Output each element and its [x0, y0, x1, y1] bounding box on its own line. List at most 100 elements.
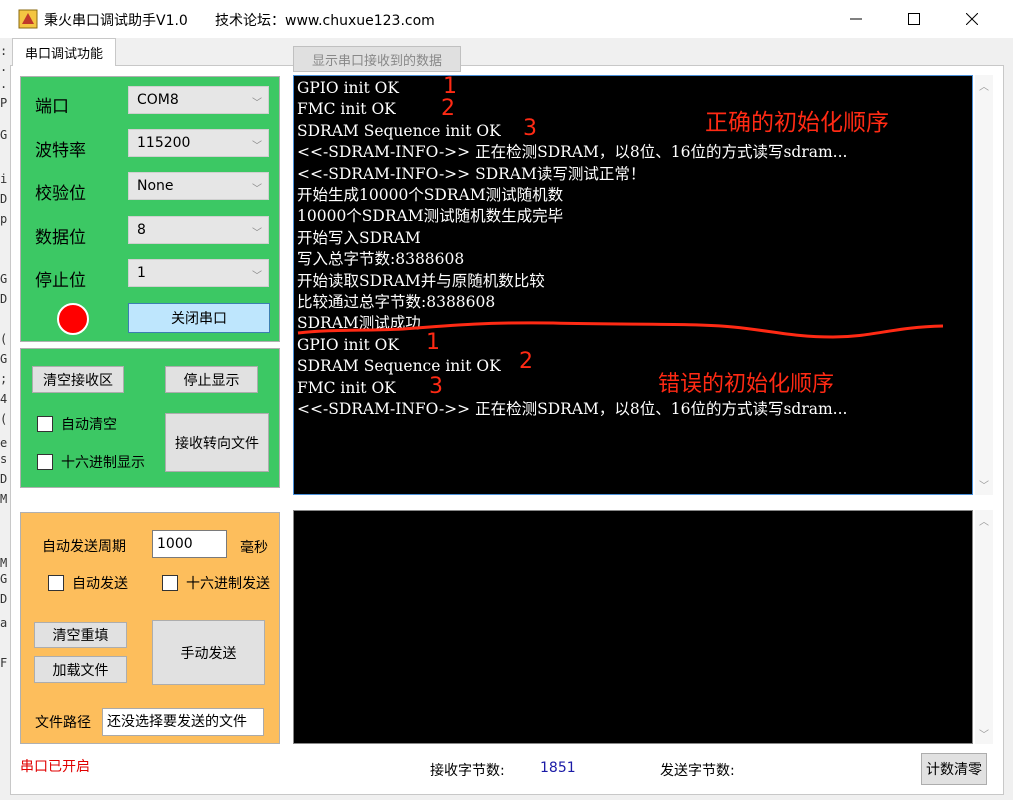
checkbox-icon: [162, 575, 178, 591]
forum-link-text: 技术论坛：www.chuxue123.com: [215, 13, 435, 29]
edge-fragment: e: [0, 436, 8, 450]
checkbox-icon: [48, 575, 64, 591]
chevron-down-icon: ﹀: [252, 184, 262, 195]
chevron-down-icon: ﹀: [252, 228, 262, 239]
ms-unit-label: 毫秒: [240, 540, 268, 556]
stopbits-label: 停止位: [35, 271, 86, 291]
port-status-text: 串口已开启: [20, 759, 90, 775]
annotation-correct-order: 正确的初始化顺序: [705, 110, 889, 136]
annotation-wrong-order: 错误的初始化顺序: [658, 372, 835, 397]
scroll-down-icon: ﹀: [979, 481, 989, 492]
hex-send-label: 十六进制发送: [186, 576, 270, 592]
reset-count-button[interactable]: 计数清零: [921, 753, 987, 785]
auto-send-checkbox[interactable]: 自动发送: [48, 573, 128, 593]
maximize-button[interactable]: [885, 0, 943, 38]
annotation-number: 1: [426, 330, 440, 355]
edge-fragment: M: [0, 556, 8, 570]
port-status-indicator: [57, 303, 89, 335]
baud-label: 波特率: [35, 141, 86, 161]
annotation-overlay: [297, 321, 944, 339]
edge-fragment: s: [0, 452, 8, 466]
edge-fragment: ;: [0, 372, 8, 386]
annotation-number: 3: [429, 374, 443, 399]
manual-send-button[interactable]: 手动发送: [152, 620, 265, 685]
annotation-number: 2: [519, 349, 533, 374]
window-title: 秉火串口调试助手V1.0: [44, 13, 188, 29]
tab-serial-debug[interactable]: 串口调试功能: [12, 38, 116, 66]
rx-count-label: 接收字节数:: [430, 763, 505, 779]
tx-count-label: 发送字节数:: [660, 763, 735, 779]
edge-fragment: 4: [0, 392, 8, 406]
edge-fragment: D: [0, 192, 8, 206]
edge-fragment: M: [0, 492, 8, 506]
edge-fragment: G: [0, 352, 8, 366]
edge-fragment: .: [0, 60, 8, 74]
show-received-data-button[interactable]: 显示串口接收到的数据: [293, 46, 461, 72]
hex-send-checkbox[interactable]: 十六进制发送: [162, 573, 270, 593]
chevron-down-icon: ﹀: [252, 141, 262, 152]
databits-value: 8: [137, 222, 146, 238]
edge-fragment: D: [0, 472, 8, 486]
auto-send-period-label: 自动发送周期: [42, 539, 126, 555]
port-label: 端口: [35, 97, 69, 117]
edge-fragment: F: [0, 656, 8, 670]
close-port-button[interactable]: 关闭串口: [128, 303, 270, 333]
stopbits-value: 1: [137, 265, 146, 281]
separator-scribble: [297, 321, 944, 339]
clear-receive-button[interactable]: 清空接收区: [32, 366, 124, 393]
edge-fragment: p: [0, 212, 8, 226]
edge-fragment: :: [0, 44, 8, 58]
auto-send-label: 自动发送: [72, 576, 128, 592]
annotation-number: 3: [523, 116, 537, 141]
redirect-to-file-button[interactable]: 接收转向文件: [165, 413, 269, 472]
annotation-number: 2: [441, 96, 455, 121]
port-value: COM8: [137, 92, 179, 108]
send-scrollbar[interactable]: ︿ ﹀: [975, 510, 993, 744]
databits-select[interactable]: 8 ﹀: [128, 216, 269, 244]
checkbox-icon: [37, 416, 53, 432]
edge-fragment: P: [0, 96, 8, 110]
file-path-input[interactable]: 还没选择要发送的文件: [102, 708, 264, 736]
maximize-icon: [908, 13, 920, 25]
stop-display-button[interactable]: 停止显示: [165, 366, 258, 393]
scroll-up-icon: ︿: [979, 517, 989, 528]
edge-fragment: i: [0, 172, 8, 186]
edge-fragment: D: [0, 292, 8, 306]
baud-value: 115200: [137, 135, 191, 151]
clear-refill-button[interactable]: 清空重填: [34, 622, 127, 648]
minimize-icon: [850, 18, 862, 20]
edge-fragment: D: [0, 592, 8, 606]
file-path-label: 文件路径: [35, 715, 91, 731]
databits-label: 数据位: [35, 228, 86, 248]
chevron-down-icon: ﹀: [252, 271, 262, 282]
hex-display-checkbox[interactable]: 十六进制显示: [37, 452, 145, 472]
auto-clear-label: 自动清空: [61, 417, 117, 433]
port-select[interactable]: COM8 ﹀: [128, 86, 269, 114]
edge-fragment: (: [0, 332, 8, 346]
rx-count-value: 1851: [540, 760, 576, 776]
close-button[interactable]: [943, 0, 1001, 38]
edge-fragment: G: [0, 128, 8, 142]
edge-fragment: .: [0, 77, 8, 91]
send-text-area[interactable]: [293, 510, 973, 744]
receive-scrollbar[interactable]: ︿ ﹀: [975, 75, 993, 495]
stopbits-select[interactable]: 1 ﹀: [128, 259, 269, 287]
minimize-button[interactable]: [827, 0, 885, 38]
close-icon: [966, 13, 978, 25]
baud-select[interactable]: 115200 ﹀: [128, 129, 269, 157]
app-logo-icon: [18, 9, 38, 29]
scroll-down-icon: ﹀: [979, 730, 989, 741]
auto-clear-checkbox[interactable]: 自动清空: [37, 414, 117, 434]
chevron-down-icon: ﹀: [252, 98, 262, 109]
checkbox-icon: [37, 454, 53, 470]
edge-fragment: (: [0, 412, 8, 426]
edge-fragment: a: [0, 616, 8, 630]
hex-display-label: 十六进制显示: [61, 455, 145, 471]
parity-select[interactable]: None ﹀: [128, 172, 269, 200]
period-input[interactable]: 1000: [152, 530, 227, 558]
scroll-up-icon: ︿: [979, 82, 989, 93]
edge-fragment: G: [0, 272, 8, 286]
load-file-button[interactable]: 加载文件: [34, 656, 127, 683]
edge-fragment: G: [0, 572, 8, 586]
parity-label: 校验位: [35, 184, 86, 204]
